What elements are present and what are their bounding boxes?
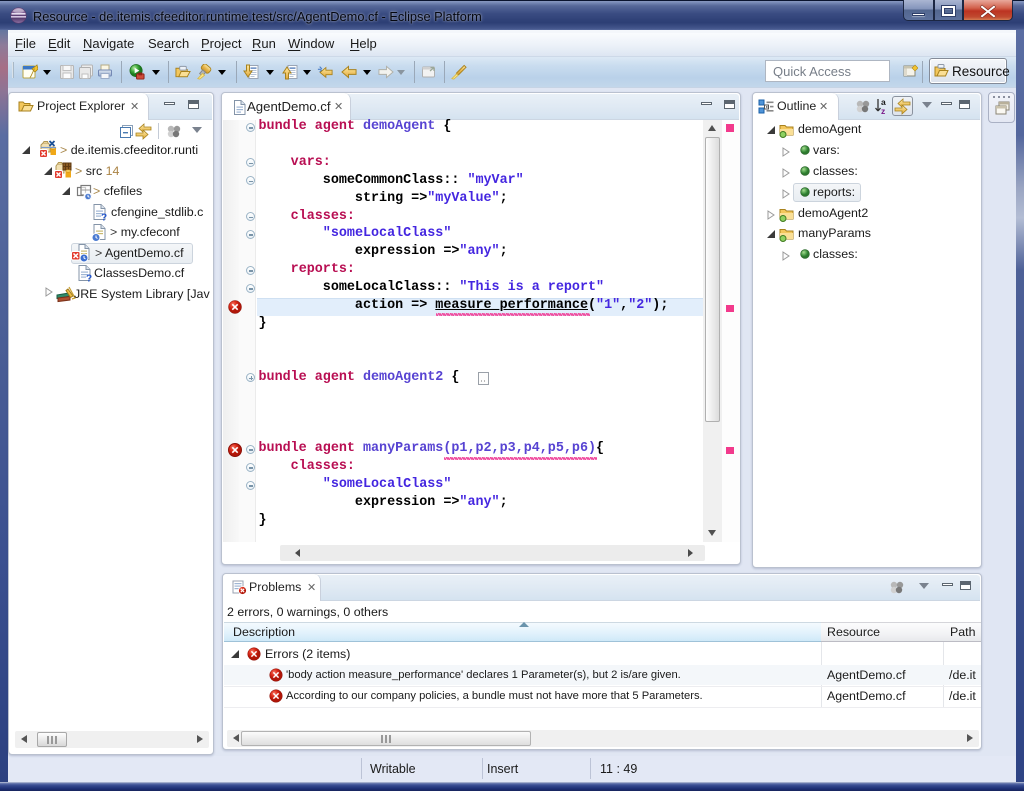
svg-text:z: z <box>881 106 885 115</box>
svg-text:?: ? <box>101 213 107 222</box>
svg-text:?: ? <box>86 274 92 283</box>
